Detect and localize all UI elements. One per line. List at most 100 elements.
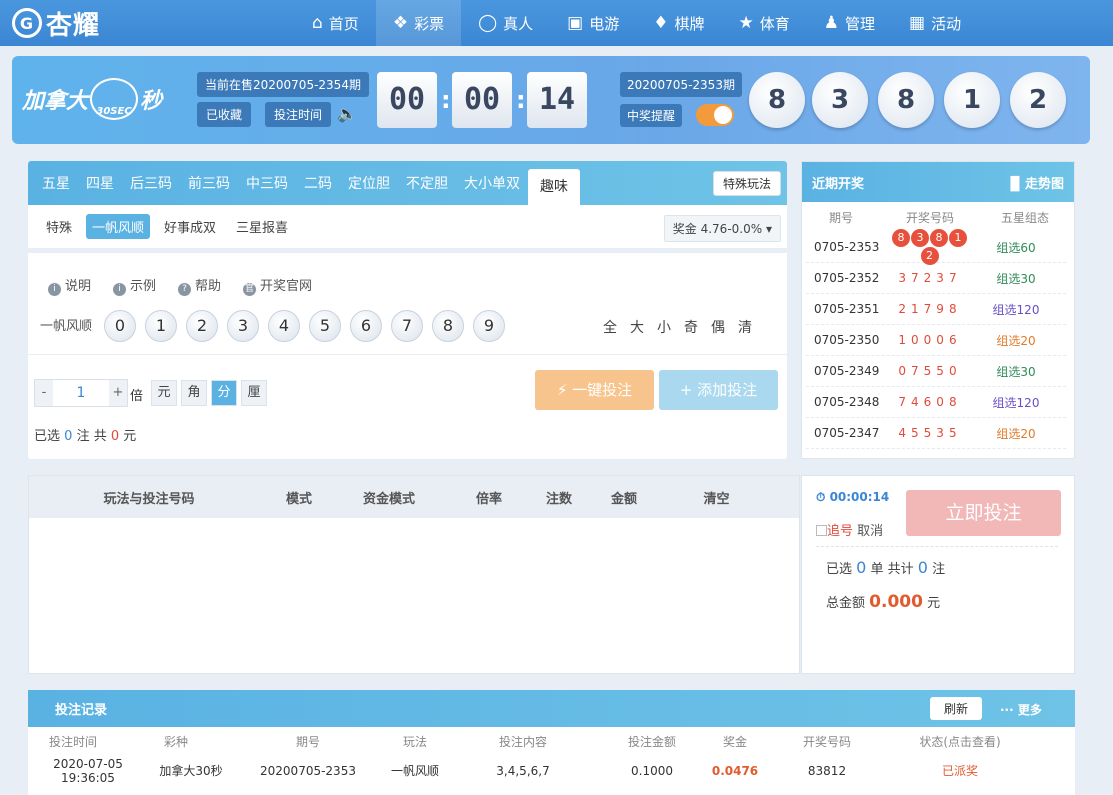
stopwatch-icon: ⏱: [816, 490, 826, 504]
quick-select-button[interactable]: 全: [603, 317, 617, 337]
info-link[interactable]: i 说明: [48, 275, 91, 296]
favorite-button[interactable]: 已收藏: [197, 102, 252, 127]
play-tab[interactable]: 定位胆: [340, 161, 398, 205]
quick-select-button[interactable]: 奇: [684, 317, 698, 337]
home-icon: ⌂: [312, 13, 323, 33]
minus-button[interactable]: -: [35, 380, 53, 406]
digit-ball[interactable]: 7: [391, 310, 423, 342]
play-tab[interactable]: 二码: [296, 161, 340, 205]
prize-select[interactable]: 奖金 4.76-0.0% ▾: [663, 215, 781, 242]
result-ball: 8: [892, 229, 910, 247]
last-issue: 20200705-2353期: [620, 72, 742, 97]
plus-icon: +: [679, 381, 693, 399]
bet-row: - 1 + 倍 元 角 分 厘 ⚡ 一键投注 + 添加投注 已选 0 注 共 0…: [28, 354, 787, 449]
column-header: 玩法与投注号码: [103, 491, 195, 507]
official-site-link[interactable]: 官开奖官网: [243, 275, 312, 296]
play-tab[interactable]: 四星: [78, 161, 122, 205]
chase-checkbox[interactable]: [816, 525, 827, 536]
colon: :: [441, 86, 451, 114]
quick-select-button[interactable]: 大: [630, 317, 644, 337]
column-header: 金额: [610, 491, 637, 507]
countdown-hours: 00: [377, 72, 437, 128]
digit-ball[interactable]: 4: [268, 310, 300, 342]
chase-option[interactable]: 追号 取消: [816, 520, 883, 539]
nav-item[interactable]: ★ 体育: [721, 0, 806, 46]
win-remind-label: 中奖提醒: [620, 104, 683, 127]
status-link[interactable]: 已派奖: [890, 762, 1030, 779]
result-ball: 3: [911, 229, 929, 247]
unit-fen[interactable]: 分: [211, 380, 237, 406]
play-tab[interactable]: 五星: [34, 161, 78, 205]
draw-ball: 1: [944, 72, 1000, 128]
sub-tab[interactable]: 三星报喜: [230, 214, 294, 239]
recent-row: 0705-2351 21798 组选120: [806, 294, 1066, 325]
draw-ball: 3: [812, 72, 868, 128]
nav-item[interactable]: ♦ 棋牌: [636, 0, 721, 46]
nav-item[interactable]: ♟ 管理: [807, 0, 892, 46]
cancel-link[interactable]: 取消: [857, 524, 883, 539]
play-tab[interactable]: 中三码: [238, 161, 296, 205]
chevron-down-icon: ▾: [765, 222, 772, 236]
quick-select-button[interactable]: 清: [738, 317, 752, 337]
table-cell: 83812: [807, 763, 847, 778]
speaker-icon[interactable]: 🔈: [337, 104, 357, 123]
nav-item[interactable]: ❖ 彩票: [375, 0, 462, 46]
digit-ball[interactable]: 9: [473, 310, 505, 342]
play-tab[interactable]: 不定胆: [398, 161, 456, 205]
bet-time-button[interactable]: 投注时间: [265, 102, 332, 127]
unit-jiao[interactable]: 角: [181, 380, 207, 406]
digit-ball[interactable]: 3: [227, 310, 259, 342]
logo-mark-icon: G: [12, 8, 42, 38]
play-tab[interactable]: 趣味: [528, 169, 580, 205]
table-cell: 0.1000: [631, 763, 673, 778]
nav-item[interactable]: ◯ 真人: [461, 0, 550, 46]
quick-select-button[interactable]: 偶: [711, 317, 725, 337]
recent-row: 0705-2352 37237 组选30: [806, 263, 1066, 294]
column-header: 投注时间: [48, 735, 97, 749]
brand-logo[interactable]: G 杏耀: [12, 6, 100, 41]
sub-tab[interactable]: 一帆风顺: [86, 214, 151, 239]
play-tab[interactable]: 后三码: [122, 161, 180, 205]
help-link[interactable]: ? 帮助: [178, 275, 221, 296]
bet-now-button[interactable]: 立即投注: [906, 490, 1061, 536]
unit-yuan[interactable]: 元: [151, 380, 177, 406]
digit-ball[interactable]: 8: [432, 310, 464, 342]
digit-ball[interactable]: 5: [309, 310, 341, 342]
play-panel: 五星 四星 后三码 前三码 中三码 二码 定位胆 不定胆 大小单双 趣味 特殊玩法 特殊 一帆风顺好…: [28, 161, 787, 459]
digit-ball[interactable]: 0: [104, 310, 136, 342]
sub-tab[interactable]: 好事成双: [158, 214, 222, 239]
multiplier-input[interactable]: 1: [53, 380, 109, 406]
nav-item[interactable]: ⌂ 首页: [295, 0, 376, 46]
unit-li[interactable]: 厘: [241, 380, 267, 406]
sub-tab[interactable]: 特殊: [40, 214, 78, 239]
play-tab[interactable]: 大小单双: [456, 161, 528, 205]
table-row[interactable]: 2020-07-05 19:36:05 加拿大30秒 20200705-2353 一帆…: [28, 756, 1075, 785]
help-row: i 说明 i 示例 ? 帮助 官开奖官网: [28, 253, 787, 296]
win-remind-toggle[interactable]: [696, 104, 734, 126]
refresh-button[interactable]: 刷新: [930, 697, 983, 720]
nav-item[interactable]: ▣ 电游: [550, 0, 636, 46]
bar-chart-icon: ▉: [1010, 176, 1021, 192]
info-icon: i: [48, 283, 61, 296]
example-link[interactable]: i 示例: [113, 275, 156, 296]
trend-link[interactable]: ▉ 走势图: [1010, 173, 1064, 192]
multiplier-stepper[interactable]: - 1 +: [34, 379, 128, 407]
recent-row: 0705-2350 10006 组选20: [806, 325, 1066, 356]
table-cell: 20200705-2353: [260, 763, 356, 778]
digit-ball[interactable]: 2: [186, 310, 218, 342]
column-header: 期号: [295, 735, 320, 749]
one-key-bet-button[interactable]: ⚡ 一键投注: [535, 370, 654, 410]
digit-ball[interactable]: 6: [350, 310, 382, 342]
countdown-seconds: 14: [527, 72, 587, 128]
recent-header: 期号 开奖号码 五星组态: [828, 210, 1049, 225]
play-tab[interactable]: 前三码: [180, 161, 238, 205]
clear-button[interactable]: 清空: [659, 488, 774, 507]
add-bet-button[interactable]: + 添加投注: [659, 370, 778, 410]
special-play-button[interactable]: 特殊玩法: [712, 171, 781, 196]
quick-select-button[interactable]: 小: [657, 317, 671, 337]
bet-records: 投注记录 刷新 ··· 更多 投注时间 彩种 期号 玩法 投注内容 投注金额 奖金 开奖号码 状…: [28, 690, 1075, 795]
more-link[interactable]: ··· 更多: [1000, 701, 1042, 718]
nav-item[interactable]: ▦ 活动: [892, 0, 978, 46]
plus-button[interactable]: +: [109, 380, 127, 406]
digit-ball[interactable]: 1: [145, 310, 177, 342]
